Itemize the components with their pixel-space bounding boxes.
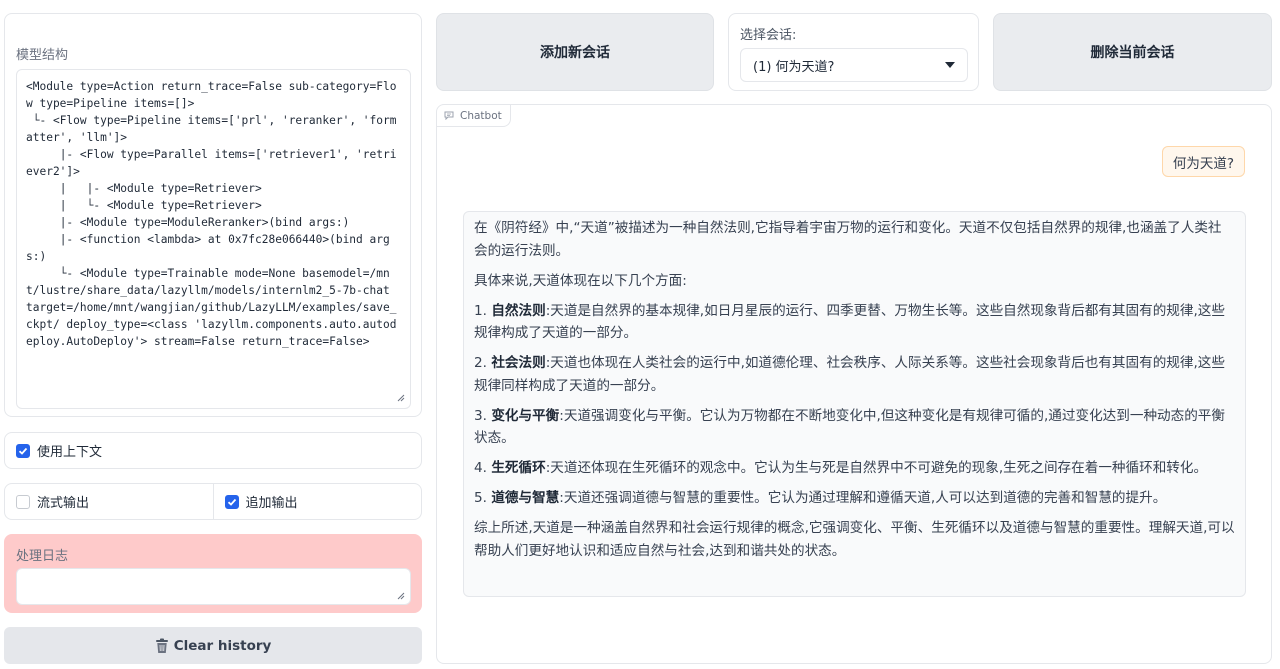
check-icon xyxy=(227,498,236,506)
session-select-panel: 选择会话: (1) 何为天道? xyxy=(728,13,979,91)
use-context-option[interactable]: 使用上下文 xyxy=(4,432,422,469)
resize-handle-icon[interactable] xyxy=(397,592,405,600)
chatbot-panel: Chatbot 何为天道? 在《阴符经》中,“天道”被描述为一种自然法则,它指导… xyxy=(436,104,1272,664)
processing-log-textarea[interactable] xyxy=(16,568,411,605)
resize-handle-icon[interactable] xyxy=(397,394,405,402)
stream-output-option[interactable]: 流式输出 xyxy=(5,484,213,519)
add-session-button[interactable]: 添加新会话 xyxy=(436,13,714,91)
bot-point: 2. 社会法则:天道也体现在人类社会的运行中,如道德伦理、社会秩序、人际关系等。… xyxy=(474,355,1225,394)
chatbot-tag-label: Chatbot xyxy=(460,109,502,122)
append-output-option[interactable]: 追加输出 xyxy=(212,484,422,519)
delete-session-button[interactable]: 删除当前会话 xyxy=(993,13,1272,91)
output-options-row: 流式输出 追加输出 xyxy=(4,483,422,520)
bot-conclusion: 综上所述,天道是一种涵盖自然界和社会运行规律的概念,它强调变化、平衡、生死循环以… xyxy=(474,520,1235,559)
bot-lead: 具体来说,天道体现在以下几个方面: xyxy=(474,272,687,289)
user-message: 何为天道? xyxy=(1161,146,1245,177)
clear-history-label: Clear history xyxy=(173,637,272,654)
use-context-checkbox[interactable] xyxy=(16,443,30,458)
bot-point: 1. 自然法则:天道是自然界的基本规律,如日月星辰的运行、四季更替、万物生长等。… xyxy=(474,302,1225,342)
bot-point: 4. 生死循环:天道还体现在生死循环的观念中。它认为生与死是自然界中不可避免的现… xyxy=(474,460,1208,476)
model-structure-textarea[interactable]: <Module type=Action return_trace=False s… xyxy=(16,69,411,409)
session-select-dropdown[interactable]: (1) 何为天道? xyxy=(740,48,968,82)
check-icon xyxy=(18,447,28,455)
processing-log-panel: 处理日志 xyxy=(4,534,422,613)
bot-message: 在《阴符经》中,“天道”被描述为一种自然法则,它指导着宇宙万物的运行和变化。天道… xyxy=(463,211,1246,597)
bot-point: 3. 变化与平衡:天道强调变化与平衡。它认为万物都在不断地变化中,但这种变化是有… xyxy=(474,407,1225,447)
use-context-label: 使用上下文 xyxy=(37,445,103,460)
session-select-label: 选择会话: xyxy=(740,28,797,43)
trash-icon xyxy=(155,638,169,654)
chat-bubble-icon xyxy=(444,111,454,120)
processing-log-label: 处理日志 xyxy=(16,549,69,564)
bot-intro: 在《阴符经》中,“天道”被描述为一种自然法则,它指导着宇宙万物的运行和变化。天道… xyxy=(474,220,1222,259)
stream-output-label: 流式输出 xyxy=(37,496,90,511)
append-output-checkbox[interactable] xyxy=(224,494,239,509)
bot-point: 5. 道德与智慧:天道还强调道德与智慧的重要性。它认为通过理解和遵循天道,人可以… xyxy=(474,490,1167,506)
model-structure-panel: 模型结构 <Module type=Action return_trace=Fa… xyxy=(4,13,422,417)
append-output-label: 追加输出 xyxy=(245,496,298,511)
clear-history-button[interactable]: Clear history xyxy=(4,627,422,664)
caret-down-icon xyxy=(945,62,955,68)
session-select-value: (1) 何为天道? xyxy=(753,59,835,75)
chatbot-tag: Chatbot xyxy=(437,105,511,127)
stream-output-checkbox[interactable] xyxy=(16,494,30,509)
model-structure-label: 模型结构 xyxy=(16,48,69,63)
